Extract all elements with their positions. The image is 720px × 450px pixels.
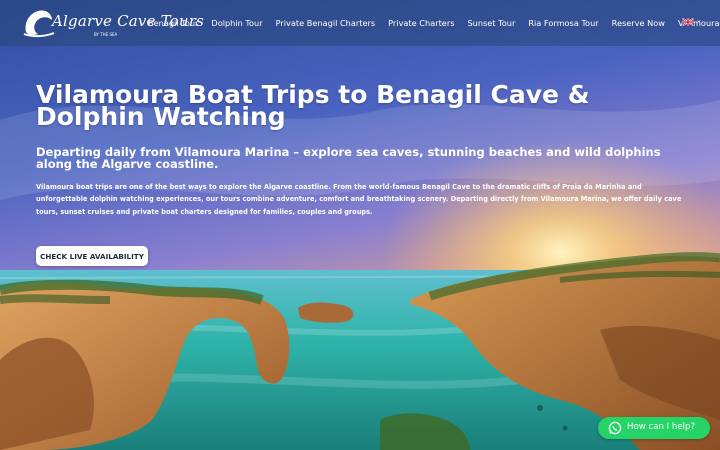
nav-sunset-tour[interactable]: Sunset Tour [467, 18, 515, 28]
coastal-cliff-arch-scene [0, 0, 720, 450]
nav-dolphin-tour[interactable]: Dolphin Tour [211, 18, 262, 28]
nav-ria-formosa-tour[interactable]: Ria Formosa Tour [528, 18, 598, 28]
logo-tagline: BY THE SEA [94, 32, 118, 37]
hero-subtitle: Departing daily from Vilamoura Marina – … [36, 145, 661, 171]
nav-private-benagil-charters[interactable]: Private Benagil Charters [276, 18, 376, 28]
top-navigation-bar: Algarve Cave Tours BY THE SEA Benagil To… [0, 0, 720, 46]
main-menu: Benagil Tour Dolphin Tour Private Benagi… [148, 0, 720, 46]
nav-benagil-tour[interactable]: Benagil Tour [148, 18, 198, 28]
site-logo[interactable]: Algarve Cave Tours BY THE SEA [22, 6, 204, 40]
hero-background-image [0, 0, 720, 450]
wave-logo-icon [23, 10, 55, 38]
hero-title: Vilamoura Boat Trips to Benagil Cave & D… [36, 80, 590, 131]
check-live-availability-button[interactable]: CHECK LIVE AVAILABILITY [36, 246, 148, 266]
uk-flag-icon[interactable] [682, 18, 694, 26]
whatsapp-icon [608, 421, 622, 435]
nav-private-charters[interactable]: Private Charters [388, 18, 454, 28]
whatsapp-chat-button[interactable]: How can I help? [598, 417, 710, 439]
hero-intro-text: Vilamoura boat trips are one of the best… [36, 183, 682, 216]
whatsapp-label: How can I help? [627, 422, 696, 432]
language-chevron-icon[interactable]: ⌄ [696, 16, 702, 24]
nav-reserve-now[interactable]: Reserve Now [612, 18, 665, 28]
